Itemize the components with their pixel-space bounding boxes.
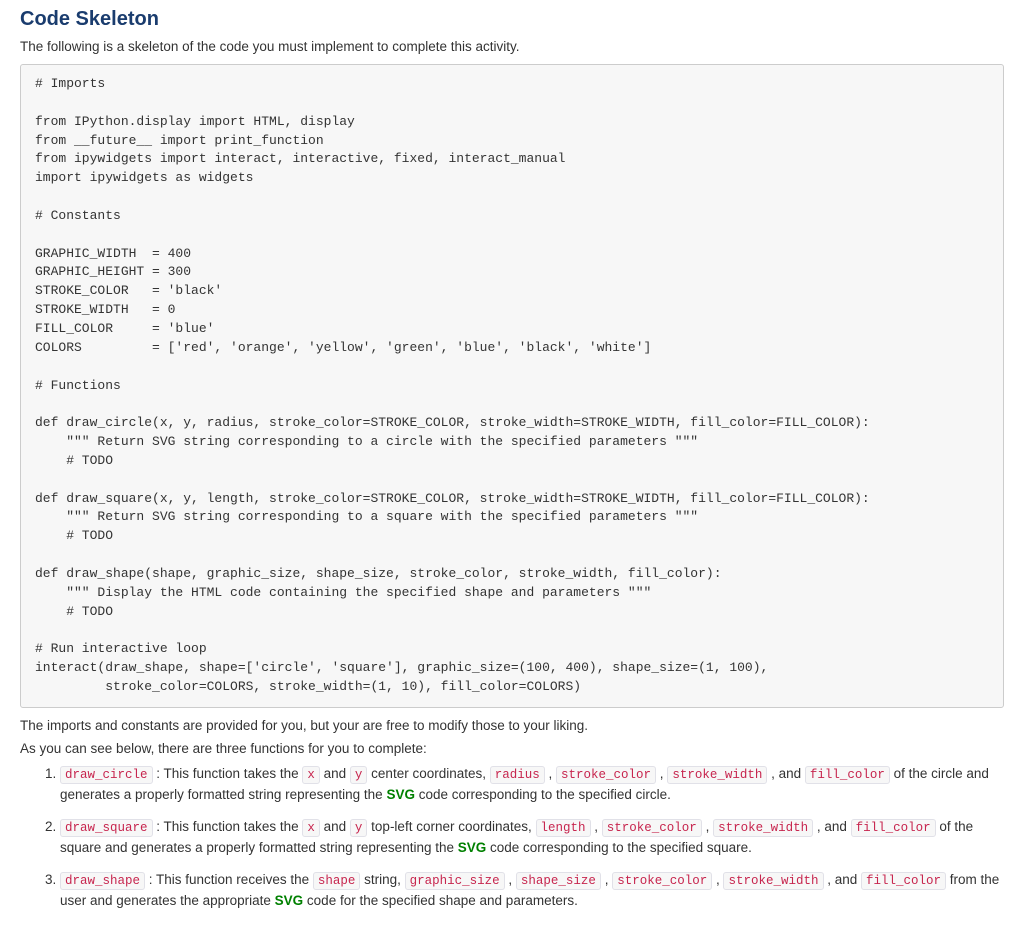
code-line: def draw_circle(x, y, radius, stroke_col… <box>35 415 870 430</box>
paragraph: The imports and constants are provided f… <box>20 718 1004 733</box>
section-heading: Code Skeleton <box>20 8 1004 31</box>
svg-term: SVG <box>386 787 415 802</box>
text: : This function receives the <box>145 872 313 887</box>
code-line: from IPython.display import HTML, displa… <box>35 114 355 129</box>
code-line: # TODO <box>35 604 113 619</box>
code-fn-name: draw_square <box>60 819 153 837</box>
text: , <box>601 872 612 887</box>
code-param: stroke_color <box>556 766 656 784</box>
code-line: from ipywidgets import interact, interac… <box>35 151 566 166</box>
code-param: stroke_width <box>713 819 813 837</box>
code-line: STROKE_COLOR = 'black' <box>35 283 222 298</box>
code-line: def draw_shape(shape, graphic_size, shap… <box>35 566 722 581</box>
text: and <box>320 819 350 834</box>
code-param: shape_size <box>516 872 601 890</box>
code-line: """ Display the HTML code containing the… <box>35 585 651 600</box>
text: , and <box>813 819 851 834</box>
text: code corresponding to the specified squa… <box>486 840 752 855</box>
code-line: GRAPHIC_HEIGHT = 300 <box>35 264 191 279</box>
code-param: length <box>536 819 591 837</box>
text: top-left corner coordinates, <box>367 819 535 834</box>
code-line: STROKE_WIDTH = 0 <box>35 302 175 317</box>
code-param: stroke_width <box>723 872 823 890</box>
code-param: x <box>302 766 320 784</box>
comment-line: # Imports <box>35 76 105 91</box>
text: code corresponding to the specified circ… <box>415 787 671 802</box>
text: center coordinates, <box>367 766 489 781</box>
text: , <box>505 872 516 887</box>
code-line: # TODO <box>35 453 113 468</box>
code-param: x <box>302 819 320 837</box>
text: , <box>545 766 556 781</box>
function-list: draw_circle : This function takes the x … <box>60 764 1004 911</box>
text: code for the specified shape and paramet… <box>303 893 578 908</box>
list-item: draw_shape : This function receives the … <box>60 870 1004 911</box>
code-param: stroke_color <box>612 872 712 890</box>
code-line: from __future__ import print_function <box>35 133 324 148</box>
code-param: y <box>350 819 368 837</box>
svg-term: SVG <box>275 893 304 908</box>
list-item: draw_square : This function takes the x … <box>60 817 1004 858</box>
code-param: stroke_color <box>602 819 702 837</box>
code-line: COLORS = ['red', 'orange', 'yellow', 'gr… <box>35 340 651 355</box>
code-line: """ Return SVG string corresponding to a… <box>35 509 698 524</box>
svg-term: SVG <box>458 840 487 855</box>
code-line: GRAPHIC_WIDTH = 400 <box>35 246 191 261</box>
code-param: fill_color <box>805 766 890 784</box>
code-line: interact(draw_shape, shape=['circle', 's… <box>35 660 768 675</box>
intro-paragraph: The following is a skeleton of the code … <box>20 39 1004 54</box>
code-line: stroke_color=COLORS, stroke_width=(1, 10… <box>35 679 581 694</box>
code-fn-name: draw_circle <box>60 766 153 784</box>
list-item: draw_circle : This function takes the x … <box>60 764 1004 805</box>
text: string, <box>360 872 404 887</box>
code-param: graphic_size <box>405 872 505 890</box>
code-line: # TODO <box>35 528 113 543</box>
code-fn-name: draw_shape <box>60 872 145 890</box>
text: , and <box>824 872 862 887</box>
text: , and <box>767 766 805 781</box>
code-param: stroke_width <box>667 766 767 784</box>
text: : This function takes the <box>153 766 303 781</box>
code-param: fill_color <box>861 872 946 890</box>
code-param: fill_color <box>851 819 936 837</box>
text: : This function takes the <box>153 819 303 834</box>
comment-line: # Constants <box>35 208 121 223</box>
text: , <box>656 766 667 781</box>
comment-line: # Run interactive loop <box>35 641 207 656</box>
text: , <box>702 819 713 834</box>
text: , <box>712 872 723 887</box>
code-skeleton-block: # Imports from IPython.display import HT… <box>20 64 1004 708</box>
text: and <box>320 766 350 781</box>
code-line: FILL_COLOR = 'blue' <box>35 321 214 336</box>
code-line: def draw_square(x, y, length, stroke_col… <box>35 491 870 506</box>
text: , <box>591 819 602 834</box>
paragraph: As you can see below, there are three fu… <box>20 741 1004 756</box>
code-param: shape <box>313 872 361 890</box>
code-line: """ Return SVG string corresponding to a… <box>35 434 698 449</box>
comment-line: # Functions <box>35 378 121 393</box>
code-param: radius <box>490 766 545 784</box>
code-line: import ipywidgets as widgets <box>35 170 253 185</box>
code-param: y <box>350 766 368 784</box>
